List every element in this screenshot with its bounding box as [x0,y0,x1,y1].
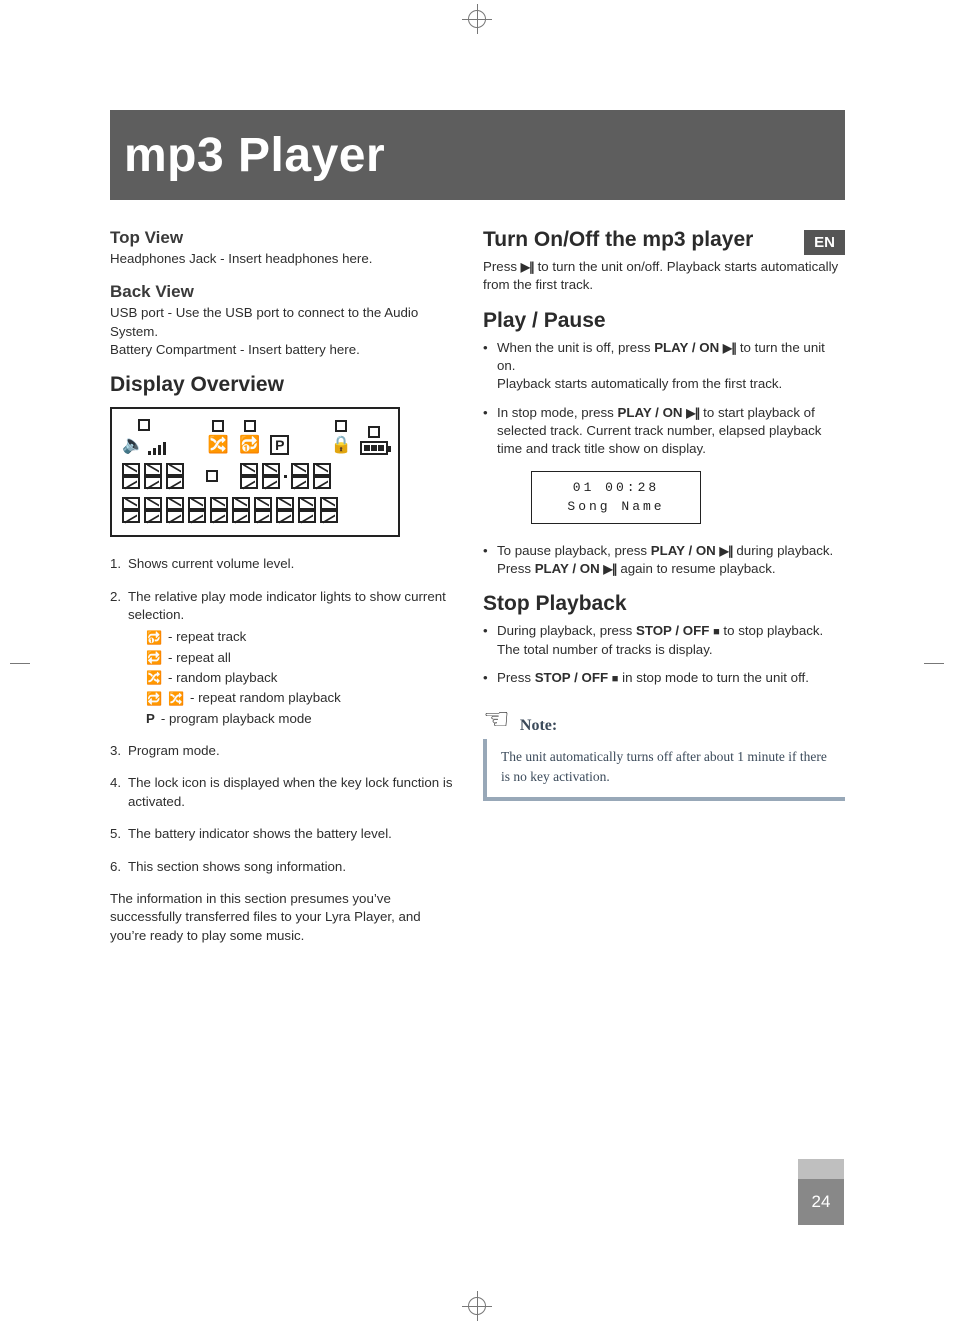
page-number: 24 [798,1179,844,1225]
note-body: The unit automatically turns off after a… [483,739,845,800]
seven-seg-row-1 [122,463,388,489]
lock-icon: 🔒 [331,435,352,455]
crop-mark-bottom [462,1291,492,1321]
lcd-diagram: 🔈 🔀 🔂 P [110,407,400,537]
play-pause-icon: ▶∥ [686,406,699,420]
shuffle-icon: 🔀 [208,435,229,455]
stop-icon: ■ [713,626,720,638]
note-label: Note: [520,717,557,735]
language-badge: EN [804,230,845,255]
content-area: mp3 Player Top View Headphones Jack - In… [110,110,845,945]
stop-icon: ■ [612,673,619,685]
lcd-sample: 01 00:28 Song Name [531,471,701,524]
back-view-heading: Back View [110,282,455,302]
play-pause-list-2: To pause playback, press PLAY / ON ▶∥ du… [483,542,845,579]
turn-on-off-text: Press ▶∥ to turn the unit on/off. Playba… [483,258,845,295]
play-pause-item-3: To pause playback, press PLAY / ON ▶∥ du… [483,542,845,579]
crop-mark-top [462,4,492,34]
play-pause-icon: ▶∥ [603,562,616,576]
display-overview-list: Shows current volume level. The relative… [110,555,455,875]
note-box: ☜ Note: The unit automatically turns off… [483,705,845,800]
program-mode-icon: P [270,435,289,455]
lcd-line-2: Song Name [542,497,690,517]
hand-pointing-icon: ☜ [483,705,510,735]
overview-footer-text: The information in this section presumes… [110,890,455,945]
display-overview-heading: Display Overview [110,373,455,397]
play-pause-icon: ▶∥ [521,260,534,274]
play-pause-list: When the unit is off, press PLAY / ON ▶∥… [483,339,845,459]
stop-item-1: During playback, press STOP / OFF ■ to s… [483,622,845,659]
crop-tick-left [10,663,30,664]
play-mode-list: 🔂- repeat track 🔁- repeat all 🔀- random … [128,628,455,728]
crop-tick-right [924,663,944,664]
seven-seg-row-2 [122,497,388,523]
right-column: EN Turn On/Off the mp3 player Press ▶∥ t… [483,228,845,945]
overview-item-4: The lock icon is displayed when the key … [110,774,455,811]
program-mode-letter: P [146,710,155,728]
play-pause-icon: ▶∥ [723,341,736,355]
repeat-one-icon: 🔂 [146,629,162,647]
shuffle-icon: 🔀 [168,690,184,708]
play-pause-icon: ▶∥ [719,544,732,558]
overview-item-5: The battery indicator shows the battery … [110,825,455,843]
shuffle-icon: 🔀 [146,669,162,687]
manual-page: mp3 Player Top View Headphones Jack - In… [0,0,954,1325]
turn-on-off-heading: Turn On/Off the mp3 player [483,228,845,252]
play-pause-heading: Play / Pause [483,309,845,333]
lcd-line-1: 01 00:28 [542,478,690,498]
overview-item-6: This section shows song information. [110,858,455,876]
overview-item-1: Shows current volume level. [110,555,455,573]
stop-item-2: Press STOP / OFF ■ in stop mode to turn … [483,669,845,687]
title-bar: mp3 Player [110,110,845,200]
overview-item-3: Program mode. [110,742,455,760]
volume-icon: 🔈 [122,434,166,455]
stop-list: During playback, press STOP / OFF ■ to s… [483,622,845,687]
page-title: mp3 Player [124,128,385,183]
top-view-heading: Top View [110,228,455,248]
battery-icon [360,441,388,455]
back-view-line1: USB port - Use the USB port to connect t… [110,304,455,341]
repeat-icon: 🔁 [146,649,162,667]
play-pause-item-2: In stop mode, press PLAY / ON ▶∥ to star… [483,404,845,459]
repeat-icon: 🔁 [146,690,162,708]
stop-heading: Stop Playback [483,592,845,616]
play-pause-item-1: When the unit is off, press PLAY / ON ▶∥… [483,339,845,394]
left-column: Top View Headphones Jack - Insert headph… [110,228,455,945]
back-view-line2: Battery Compartment - Insert battery her… [110,341,455,359]
repeat-one-icon: 🔂 [239,435,260,455]
overview-item-2: The relative play mode indicator lights … [110,588,455,728]
top-view-text: Headphones Jack - Insert headphones here… [110,250,455,268]
